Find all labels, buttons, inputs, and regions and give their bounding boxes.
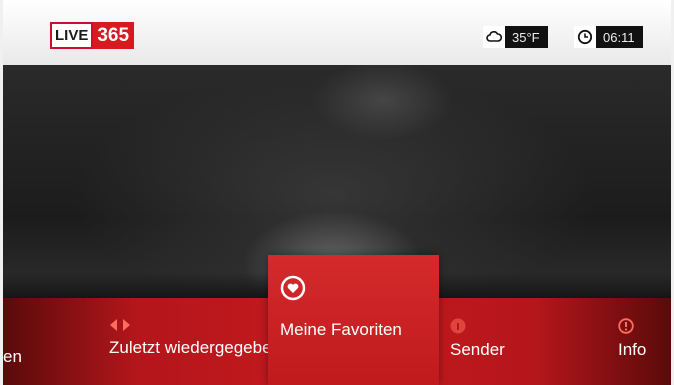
top-bar: LIVE 365 35°F 06:11 bbox=[3, 0, 671, 65]
clock-widget: 06:11 bbox=[574, 26, 643, 48]
menu-item-partial[interactable]: en bbox=[3, 347, 22, 366]
arrows-icon bbox=[110, 319, 130, 331]
logo-text-live: LIVE bbox=[50, 22, 94, 49]
cloud-icon bbox=[483, 26, 505, 48]
menu-item-label: Zuletzt wiedergegeben bbox=[109, 338, 282, 357]
menu-item-stations[interactable]: Sender bbox=[450, 318, 505, 359]
clock-icon bbox=[574, 26, 596, 48]
menu-item-label: Meine Favoriten bbox=[280, 320, 402, 339]
weather-widget: 35°F bbox=[483, 26, 548, 48]
heart-icon bbox=[280, 275, 306, 301]
menu-item-favorites[interactable]: Meine Favoriten bbox=[268, 255, 439, 385]
info-icon bbox=[618, 318, 634, 334]
time-text: 06:11 bbox=[603, 29, 635, 45]
menu-item-recently-played[interactable]: Zuletzt wiedergegeben bbox=[109, 318, 281, 357]
antenna-icon bbox=[450, 318, 466, 334]
menu-item-label: en bbox=[3, 347, 22, 366]
app-window: LIVE 365 35°F 06:11 en Zuletzt wiedergeg… bbox=[0, 0, 674, 385]
live365-logo: LIVE 365 bbox=[50, 22, 135, 49]
menu-item-info[interactable]: Info bbox=[618, 318, 646, 359]
menu-item-label: Info bbox=[618, 340, 647, 359]
temperature-text: 35°F bbox=[512, 29, 540, 45]
menu-item-label: Sender bbox=[450, 340, 505, 359]
logo-text-365: 365 bbox=[93, 22, 135, 49]
